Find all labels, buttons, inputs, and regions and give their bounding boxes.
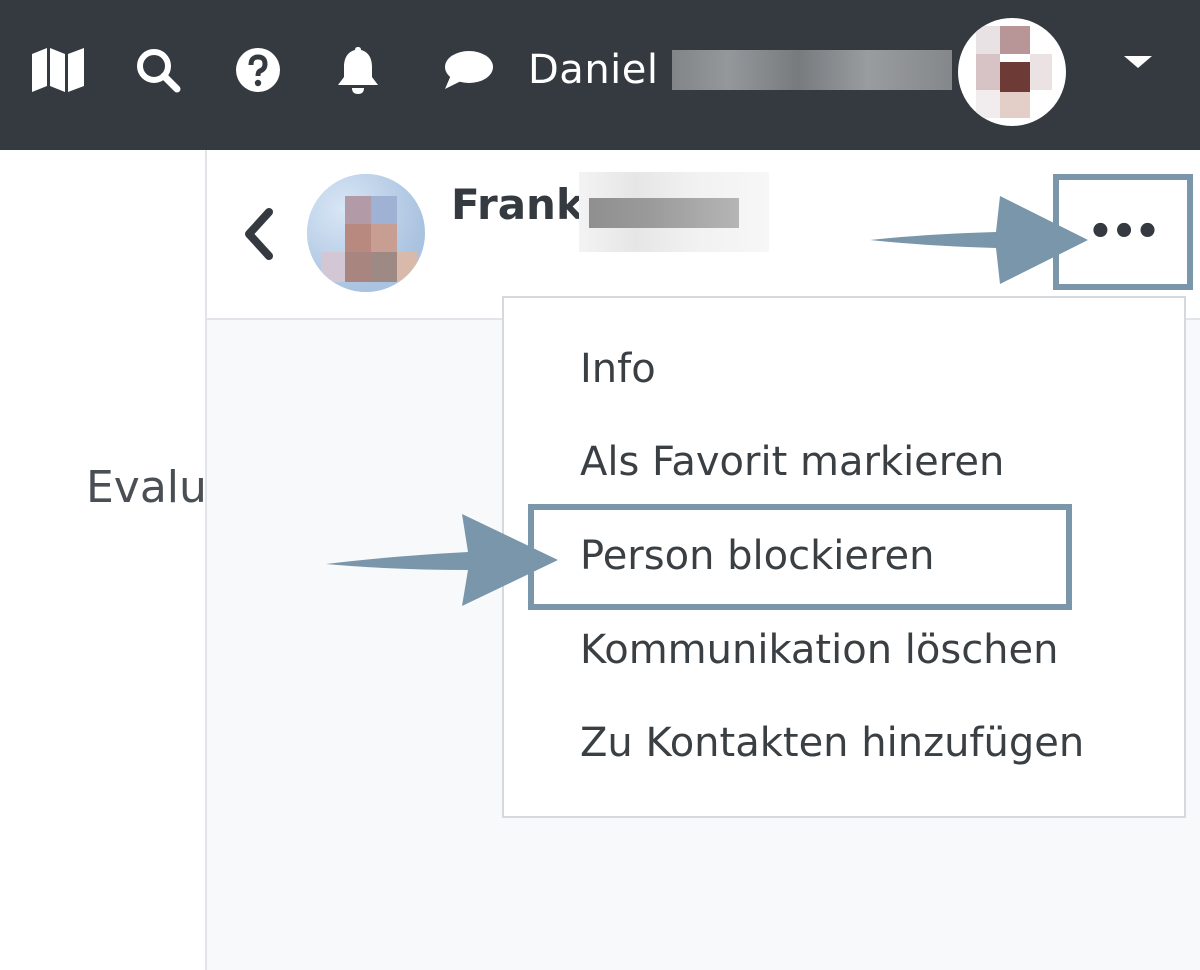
highlight-box (528, 504, 1072, 610)
menu-item-add-contact[interactable]: Zu Kontakten hinzufügen (580, 720, 1084, 766)
annotation-arrow-icon (326, 514, 558, 606)
user-name[interactable]: Daniel (528, 40, 659, 100)
chevron-left-icon[interactable] (239, 206, 279, 262)
help-icon[interactable] (230, 42, 286, 98)
contact-name: Frank (451, 180, 584, 229)
chat-icon[interactable] (440, 42, 496, 98)
annotation-arrow-icon (870, 196, 1088, 284)
map-icon[interactable] (30, 42, 86, 98)
top-navbar: Daniel (0, 0, 1200, 150)
menu-item-delete-communication[interactable]: Kommunikation löschen (580, 627, 1059, 673)
menu-item-favorite[interactable]: Als Favorit markieren (580, 439, 1004, 485)
redacted-surname (672, 50, 952, 90)
chevron-down-icon[interactable] (1124, 56, 1152, 68)
bell-icon[interactable] (330, 42, 386, 98)
search-icon[interactable] (130, 42, 186, 98)
user-avatar[interactable] (958, 18, 1066, 126)
redacted-contact-surname (579, 172, 769, 252)
menu-item-info[interactable]: Info (580, 346, 656, 392)
partial-heading: Evalu (86, 462, 206, 513)
contact-avatar[interactable] (307, 174, 425, 292)
